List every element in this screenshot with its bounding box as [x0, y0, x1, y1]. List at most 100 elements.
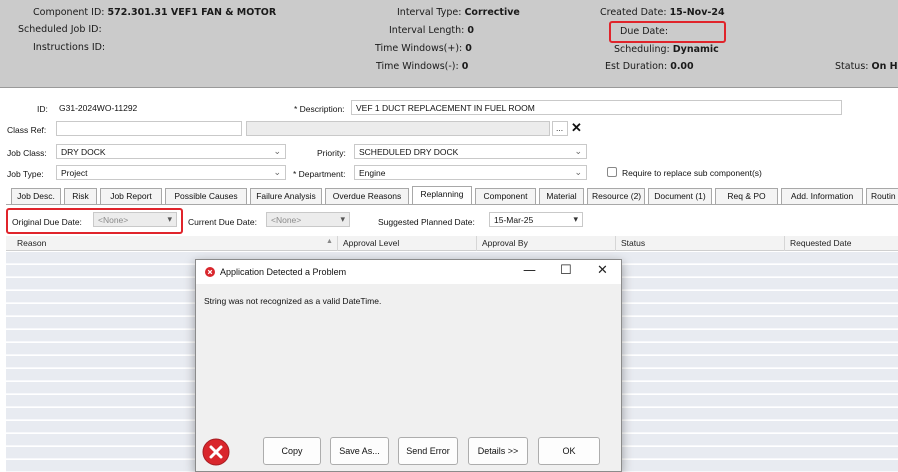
id-label: ID: — [37, 104, 48, 114]
class-ref-browse-button[interactable]: ... — [552, 121, 568, 136]
minimize-icon[interactable]: — — [523, 263, 536, 278]
interval-type-row: Interval Type: Corrective — [397, 7, 520, 18]
tab-add-information[interactable]: Add. Information — [781, 188, 863, 204]
save-as-button[interactable]: Save As... — [330, 437, 389, 465]
created-date-label: Created Date: — [600, 7, 667, 18]
column-header-requested-date[interactable]: Requested Date — [790, 238, 851, 248]
interval-type-label: Interval Type: — [397, 7, 462, 18]
est-duration-label: Est Duration: — [605, 61, 668, 72]
due-date-label: Due Date: — [620, 26, 669, 37]
tab-risk[interactable]: Risk — [64, 188, 97, 204]
tab-routine[interactable]: Routin — [866, 188, 898, 204]
tab-req-po[interactable]: Req & PO — [715, 188, 778, 204]
description-input[interactable]: VEF 1 DUCT REPLACEMENT IN FUEL ROOM — [351, 100, 842, 115]
dialog-title: Application Detected a Problem — [220, 267, 347, 277]
copy-button[interactable]: Copy — [263, 437, 321, 465]
error-message: String was not recognized as a valid Dat… — [204, 296, 382, 306]
current-due-select[interactable]: <None> ▾ — [266, 212, 350, 227]
tab-material[interactable]: Material — [539, 188, 584, 204]
close-icon[interactable]: ✕ — [597, 263, 608, 278]
dialog-title-bar[interactable]: Application Detected a Problem — ☐ ✕ — [196, 260, 621, 284]
est-duration-row: Est Duration: 0.00 — [605, 61, 694, 72]
details-button[interactable]: Details >> — [468, 437, 528, 465]
suggested-date-label: Suggested Planned Date: — [378, 217, 475, 227]
time-windows-plus-label: Time Windows(+): — [375, 43, 463, 54]
time-windows-minus-label: Time Windows(-): — [376, 61, 459, 72]
instructions-label: Instructions ID: — [33, 42, 106, 53]
job-class-value: DRY DOCK — [61, 147, 106, 157]
dropdown-arrow-icon: ▾ — [340, 214, 345, 224]
tab-replanning[interactable]: Replanning — [412, 186, 472, 205]
tab-possible-causes[interactable]: Possible Causes — [165, 188, 247, 204]
send-error-button[interactable]: Send Error — [398, 437, 458, 465]
class-ref-label: Class Ref: — [7, 125, 47, 135]
component-id-row: Component ID: 572.301.31 VEF1 FAN & MOTO… — [33, 7, 276, 18]
column-separator — [476, 236, 477, 251]
work-order-header: Component ID: 572.301.31 VEF1 FAN & MOTO… — [0, 0, 898, 88]
replanning-grid-header: Reason ▲ Approval Level Approval By Stat… — [6, 236, 898, 251]
original-due-value: <None> — [98, 215, 129, 225]
class-ref-description — [246, 121, 550, 136]
column-separator — [337, 236, 338, 251]
department-value: Engine — [359, 168, 386, 178]
dropdown-arrow-icon: ▾ — [167, 214, 172, 224]
interval-length-label: Interval Length: — [389, 25, 465, 36]
time-windows-plus-value: 0 — [465, 43, 472, 54]
original-due-select[interactable]: <None> ▾ — [93, 212, 177, 227]
suggested-date-picker[interactable]: 15-Mar-25 ▾ — [489, 212, 583, 227]
column-header-status[interactable]: Status — [621, 238, 645, 248]
est-duration-value: 0.00 — [670, 61, 694, 72]
suggested-date-value: 15-Mar-25 — [494, 215, 534, 225]
description-label: * Description: — [294, 104, 345, 114]
sort-ascending-icon: ▲ — [326, 238, 333, 245]
tab-job-report[interactable]: Job Report — [100, 188, 162, 204]
interval-length-value: 0 — [467, 25, 475, 36]
status-row: Status: On Ho — [835, 61, 898, 72]
chevron-down-icon: ⌄ — [574, 146, 582, 156]
component-id-value: 572.301.31 VEF1 FAN & MOTOR — [107, 7, 277, 18]
replace-sub-checkbox[interactable] — [607, 167, 617, 177]
tab-component[interactable]: Component — [475, 188, 536, 204]
ok-button[interactable]: OK — [538, 437, 600, 465]
tab-overdue-reasons[interactable]: Overdue Reasons — [325, 188, 409, 204]
column-separator — [615, 236, 616, 251]
component-id-label: Component ID: — [33, 7, 105, 18]
column-header-reason[interactable]: Reason — [17, 238, 46, 248]
tab-failure-analysis[interactable]: Failure Analysis — [250, 188, 322, 204]
column-header-approval-by[interactable]: Approval By — [482, 238, 528, 248]
tab-resource[interactable]: Resource (2) — [587, 188, 645, 204]
time-windows-minus-row: Time Windows(-): 0 — [376, 61, 468, 72]
status-value: On Ho — [871, 61, 898, 72]
scheduling-row: Scheduling: Dynamic — [614, 44, 719, 55]
class-ref-clear-icon[interactable]: ✕ — [571, 120, 582, 136]
interval-type-value: Corrective — [464, 7, 520, 18]
priority-select[interactable]: SCHEDULED DRY DOCK ⌄ — [354, 144, 587, 159]
maximize-icon[interactable]: ☐ — [560, 263, 572, 278]
time-windows-minus-value: 0 — [461, 61, 469, 72]
job-type-value: Project — [61, 168, 88, 178]
job-type-select[interactable]: Project ⌄ — [56, 165, 286, 180]
tab-job-desc[interactable]: Job Desc. — [11, 188, 61, 204]
error-dialog: Application Detected a Problem — ☐ ✕ Str… — [195, 259, 622, 472]
job-class-select[interactable]: DRY DOCK ⌄ — [56, 144, 286, 159]
status-label: Status: — [835, 61, 869, 72]
department-label: * Department: — [293, 169, 346, 179]
column-separator — [784, 236, 785, 251]
tab-strip-divider — [6, 204, 898, 205]
current-due-label: Current Due Date: — [188, 217, 257, 227]
department-select[interactable]: Engine ⌄ — [354, 165, 587, 180]
interval-length-row: Interval Length: 0 — [389, 25, 474, 36]
scheduling-label: Scheduling: — [614, 44, 670, 55]
scheduling-value: Dynamic — [672, 44, 719, 55]
job-type-label: Job Type: — [7, 169, 44, 179]
tab-document[interactable]: Document (1) — [648, 188, 712, 204]
current-due-value: <None> — [271, 215, 302, 225]
priority-label: Priority: — [317, 148, 346, 158]
id-value: G31-2024WO-11292 — [59, 103, 138, 113]
error-small-icon — [205, 267, 215, 277]
created-date-row: Created Date: 15-Nov-24 — [600, 7, 725, 18]
column-header-approval-level[interactable]: Approval Level — [343, 238, 399, 248]
class-ref-input[interactable] — [56, 121, 242, 136]
chevron-down-icon: ⌄ — [273, 146, 281, 156]
scheduled-job-label: Scheduled Job ID: — [18, 24, 102, 35]
